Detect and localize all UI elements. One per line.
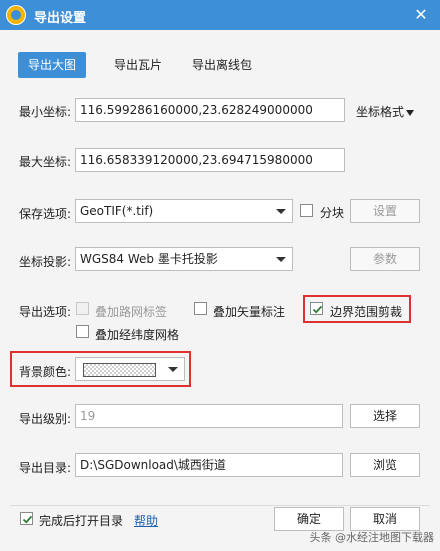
export-dir-input[interactable]: D:\SGDownload\城西街道 (75, 453, 343, 477)
settings-button[interactable]: 设置 (350, 199, 420, 223)
min-coord-label: 最小坐标: (19, 105, 72, 119)
select-level-button[interactable]: 选择 (350, 404, 420, 428)
graticule-label: 叠加经纬度网格 (95, 328, 180, 342)
open-after-checkbox[interactable] (20, 512, 33, 525)
color-swatch (83, 363, 156, 377)
road-labels-checkbox[interactable] (76, 302, 89, 315)
max-coord-input[interactable]: 116.658339120000,23.694715980000 (75, 148, 345, 172)
tile-checkbox[interactable] (300, 204, 313, 217)
dropdown-arrow-icon (276, 209, 286, 214)
export-level-label: 导出级别: (19, 412, 72, 426)
browse-button[interactable]: 浏览 (350, 453, 420, 477)
close-icon[interactable]: ✕ (408, 3, 434, 27)
params-button[interactable]: 参数 (350, 247, 420, 271)
background-color-label: 背景颜色: (19, 365, 72, 379)
footer-divider (10, 505, 430, 506)
checkmark-icon (22, 515, 33, 524)
min-coord-input[interactable]: 116.599286160000,23.628249000000 (75, 98, 345, 122)
tab-export-tiles[interactable]: 导出瓦片 (104, 52, 172, 78)
dropdown-arrow-icon (168, 367, 178, 372)
app-logo-icon (6, 5, 26, 25)
max-coord-label: 最大坐标: (19, 155, 72, 169)
tab-export-offline-package[interactable]: 导出离线包 (182, 52, 262, 78)
export-level-input[interactable]: 19 (75, 404, 343, 428)
graticule-checkbox[interactable] (76, 325, 89, 338)
projection-label: 坐标投影: (19, 255, 72, 269)
caret-down-icon (406, 109, 415, 116)
dropdown-arrow-icon (276, 257, 286, 262)
save-format-value: GeoTIF(*.tif) (80, 204, 154, 218)
coord-format-menu[interactable]: 坐标格式 (356, 103, 415, 120)
tile-label: 分块 (320, 206, 345, 220)
save-option-label: 保存选项: (19, 207, 72, 221)
vector-labels-checkbox[interactable] (194, 302, 207, 315)
watermark-text: 头条 @水经注地图下载器 (309, 531, 435, 544)
cancel-button[interactable]: 取消 (350, 507, 420, 531)
save-format-select[interactable]: GeoTIF(*.tif) (75, 199, 293, 223)
help-link[interactable]: 帮助 (134, 512, 158, 529)
tab-export-large-image[interactable]: 导出大图 (18, 52, 87, 78)
boundary-clip-checkbox[interactable] (310, 302, 323, 315)
open-after-label: 完成后打开目录 (39, 514, 124, 528)
window-title: 导出设置 (34, 11, 87, 26)
ok-button[interactable]: 确定 (274, 507, 344, 531)
coord-format-label: 坐标格式 (356, 105, 405, 119)
export-options-label: 导出选项: (19, 305, 72, 319)
boundary-clip-label: 边界范围剪裁 (330, 305, 403, 319)
road-labels-label: 叠加路网标签 (95, 305, 168, 319)
projection-select[interactable]: WGS84 Web 墨卡托投影 (75, 247, 293, 271)
projection-value: WGS84 Web 墨卡托投影 (80, 252, 218, 266)
export-dir-label: 导出目录: (19, 461, 72, 475)
title-bar: 导出设置 ✕ (0, 0, 440, 30)
vector-labels-label: 叠加矢量标注 (213, 305, 286, 319)
checkmark-icon (312, 305, 323, 314)
dialog-body: 导出大图 导出瓦片 导出离线包 最小坐标: 116.599286160000,2… (0, 30, 440, 551)
